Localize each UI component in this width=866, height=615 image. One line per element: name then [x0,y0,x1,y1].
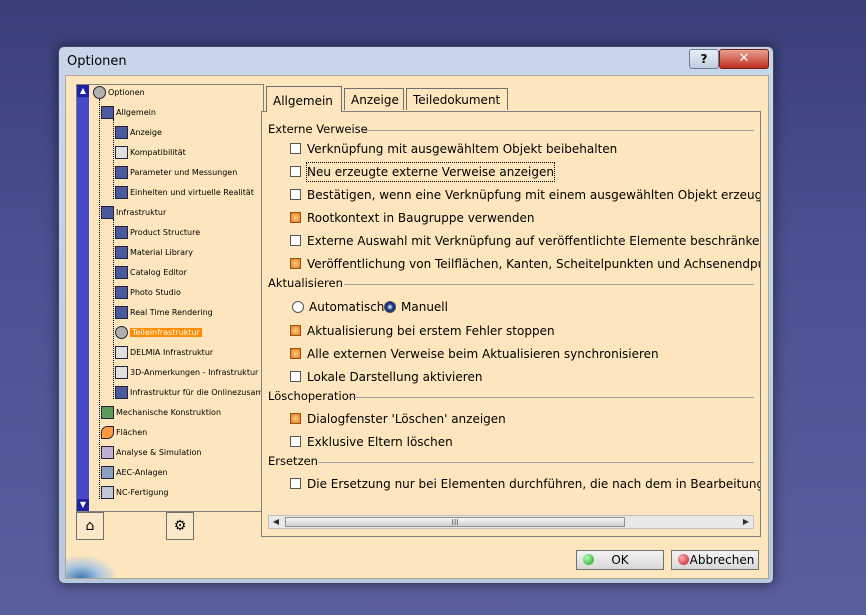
tab-allgemein[interactable]: Allgemein [266,86,342,112]
units-icon [115,186,128,199]
checkbox[interactable] [290,235,301,246]
group-title-aktualisieren: Aktualisieren [268,276,343,290]
checkbox[interactable] [290,478,301,489]
online-collaboration-icon [115,386,128,399]
dialog-client-area: ▲ ▼ Optionen Allgemein Anzeige Kompatibi… [65,75,769,579]
tree-left-button[interactable]: ⌂ [76,512,104,540]
radio-button[interactable] [384,301,396,313]
tree-reset-icon: ⌂ [85,518,95,534]
tree-item-mechanische-konstruktion[interactable]: Mechanische Konstruktion [101,403,221,423]
scroll-down-arrow-icon[interactable]: ▼ [77,499,89,511]
tab-panel-allgemein: Externe Verweise Verknüpfung mit ausgewä… [261,111,761,537]
scroll-up-arrow-icon[interactable]: ▲ [77,85,89,97]
tree-item-kompatibilitaet[interactable]: Kompatibilität [115,143,186,163]
aec-plants-icon [101,466,114,479]
compatibility-icon [115,146,128,159]
help-button[interactable]: ? [689,49,719,69]
nc-manufacturing-icon [101,486,114,499]
tree-item-delmia[interactable]: DELMIA Infrastruktur [115,343,213,363]
options-tree: ▲ ▼ Optionen Allgemein Anzeige Kompatibi… [76,84,264,512]
checkbox[interactable] [290,143,301,154]
tree-item-onlinezusammenarbeit[interactable]: Infrastruktur für die Onlinezusamme [115,383,263,403]
tree-item-infrastruktur[interactable]: Infrastruktur [101,203,166,223]
globe-logo [66,556,116,578]
checkbox[interactable] [290,325,301,336]
options-dialog: Optionen ? ✕ ▲ ▼ Optionen Allgemein Anze… [58,46,774,584]
panel-horizontal-scrollbar[interactable]: ◀ III ▶ [268,515,754,529]
checkbox[interactable] [290,166,301,177]
delmia-icon [115,346,128,359]
tree-scrollbar[interactable]: ▲ ▼ [77,85,89,511]
tree-item-analyse[interactable]: Analyse & Simulation [101,443,201,463]
analysis-icon [101,446,114,459]
tree-item-catalog-editor[interactable]: Catalog Editor [115,263,187,283]
window-title: Optionen [67,54,127,69]
checkbox[interactable] [290,413,301,424]
part-infrastructure-icon [115,326,128,339]
tree-item-flaechen[interactable]: Flächen [101,423,147,443]
group-title-ersetzen: Ersetzen [268,454,318,468]
infrastructure-icon [101,206,114,219]
group-title-loeschoperation: Löschoperation [268,389,357,403]
checkbox[interactable] [290,212,301,223]
checkbox[interactable] [290,348,301,359]
product-structure-icon [115,226,128,239]
tree-item-3d-anmerkungen[interactable]: 3D-Anmerkungen - Infrastruktur [115,363,258,383]
tree-item-nc-fertigung[interactable]: NC-Fertigung [101,483,169,503]
checkbox[interactable] [290,258,301,269]
tree-item-einheiten[interactable]: Einheiten und virtuelle Realität [115,183,254,203]
annotations-icon [115,366,128,379]
options-root-icon [93,86,106,99]
surfaces-icon [101,426,114,439]
tree-item-teileinfrastruktur[interactable]: Teileinfrastruktur [115,323,202,343]
ok-button[interactable]: OK [576,550,664,570]
display-icon [115,126,128,139]
checkbox[interactable] [290,189,301,200]
tree-right-button[interactable]: ⚙ [166,512,194,540]
tab-anzeige[interactable]: Anzeige [344,88,404,110]
tree-item-optionen[interactable]: Optionen [93,85,145,103]
group-title-externe-verweise: Externe Verweise [268,122,368,136]
tree-item-material-library[interactable]: Material Library [115,243,193,263]
scrollbar-thumb[interactable]: III [285,517,625,527]
close-button[interactable]: ✕ [719,49,769,69]
tree-item-anzeige[interactable]: Anzeige [115,123,162,143]
cancel-button[interactable]: Abbrechen [671,550,759,570]
checkbox[interactable] [290,371,301,382]
tree-item-aec-anlagen[interactable]: AEC-Anlagen [101,463,168,483]
photo-studio-icon [115,286,128,299]
tree-item-product-structure[interactable]: Product Structure [115,223,200,243]
tree-item-photo-studio[interactable]: Photo Studio [115,283,181,303]
tree-settings-icon: ⚙ [173,518,187,534]
title-bar[interactable]: Optionen ? ✕ [59,47,773,75]
material-library-icon [115,246,128,259]
rendering-icon [115,306,128,319]
catalog-editor-icon [115,266,128,279]
general-icon [101,106,114,119]
scroll-left-arrow-icon[interactable]: ◀ [269,516,283,528]
scroll-right-arrow-icon[interactable]: ▶ [739,516,753,528]
radio-button[interactable] [292,301,304,313]
checkbox[interactable] [290,436,301,447]
tree-item-real-time-rendering[interactable]: Real Time Rendering [115,303,213,323]
mechanical-design-icon [101,406,114,419]
tab-teiledokument[interactable]: Teiledokument [406,88,508,110]
tree-item-allgemein[interactable]: Allgemein [101,103,156,123]
tree-item-parameter[interactable]: Parameter und Messungen [115,163,237,183]
parameters-icon [115,166,128,179]
